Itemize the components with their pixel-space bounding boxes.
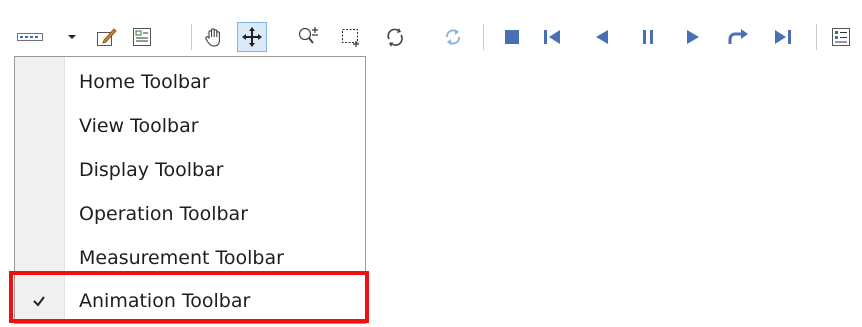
list-icon bbox=[830, 26, 852, 48]
menu-item-animation-toolbar[interactable]: Animation Toolbar bbox=[15, 279, 365, 323]
menu-item-label: View Toolbar bbox=[79, 115, 199, 137]
toolbar-separator bbox=[816, 24, 817, 50]
main-toolbar bbox=[0, 0, 862, 62]
menu-item-home-toolbar[interactable]: Home Toolbar bbox=[15, 60, 365, 104]
step-back-icon bbox=[593, 28, 611, 46]
toolbar-strip-icon bbox=[17, 31, 43, 43]
first-frame-button[interactable] bbox=[537, 22, 567, 52]
pause-icon bbox=[639, 28, 657, 46]
toolbars-dropdown-arrow[interactable] bbox=[62, 22, 82, 52]
play-button[interactable] bbox=[678, 22, 708, 52]
rotate-icon bbox=[384, 26, 406, 48]
chevron-down-icon bbox=[67, 34, 77, 40]
stop-icon bbox=[503, 28, 521, 46]
last-frame-button[interactable] bbox=[768, 22, 798, 52]
redo-button[interactable] bbox=[723, 22, 753, 52]
properties-button[interactable] bbox=[127, 22, 157, 52]
edit-button[interactable] bbox=[91, 22, 121, 52]
menu-item-label: Animation Toolbar bbox=[79, 290, 251, 312]
menu-item-label: Display Toolbar bbox=[79, 159, 224, 181]
play-icon bbox=[684, 28, 702, 46]
menu-item-operation-toolbar[interactable]: Operation Toolbar bbox=[15, 192, 365, 236]
pause-button[interactable] bbox=[633, 22, 663, 52]
zoom-in-button[interactable] bbox=[293, 22, 323, 52]
hand-icon bbox=[203, 26, 225, 48]
move-button[interactable] bbox=[237, 22, 267, 52]
menu-item-label: Measurement Toolbar bbox=[79, 247, 284, 269]
settings-list-button[interactable] bbox=[826, 22, 856, 52]
skip-forward-icon bbox=[773, 28, 793, 46]
pan-button[interactable] bbox=[199, 22, 229, 52]
zoom-window-icon bbox=[340, 26, 362, 48]
menu-item-label: Operation Toolbar bbox=[79, 203, 249, 225]
toolbars-context-menu: Home Toolbar View Toolbar Display Toolba… bbox=[14, 56, 366, 324]
toolbars-dropdown-button[interactable] bbox=[10, 22, 50, 52]
edit-icon bbox=[95, 26, 117, 48]
redo-icon bbox=[727, 27, 749, 47]
refresh-icon bbox=[442, 26, 464, 48]
menu-item-view-toolbar[interactable]: View Toolbar bbox=[15, 104, 365, 148]
zoom-in-icon bbox=[297, 26, 319, 48]
previous-frame-button[interactable] bbox=[587, 22, 617, 52]
properties-icon bbox=[131, 26, 153, 48]
skip-back-icon bbox=[542, 28, 562, 46]
toolbar-separator bbox=[483, 24, 484, 50]
menu-item-display-toolbar[interactable]: Display Toolbar bbox=[15, 148, 365, 192]
zoom-window-button[interactable] bbox=[336, 22, 366, 52]
move-icon bbox=[241, 26, 263, 48]
stop-button[interactable] bbox=[497, 22, 527, 52]
rotate-button[interactable] bbox=[380, 22, 410, 52]
menu-item-measurement-toolbar[interactable]: Measurement Toolbar bbox=[15, 236, 365, 280]
toolbar-separator bbox=[191, 24, 192, 50]
checkmark-icon bbox=[29, 293, 49, 309]
menu-item-label: Home Toolbar bbox=[79, 71, 210, 93]
refresh-button[interactable] bbox=[438, 22, 468, 52]
